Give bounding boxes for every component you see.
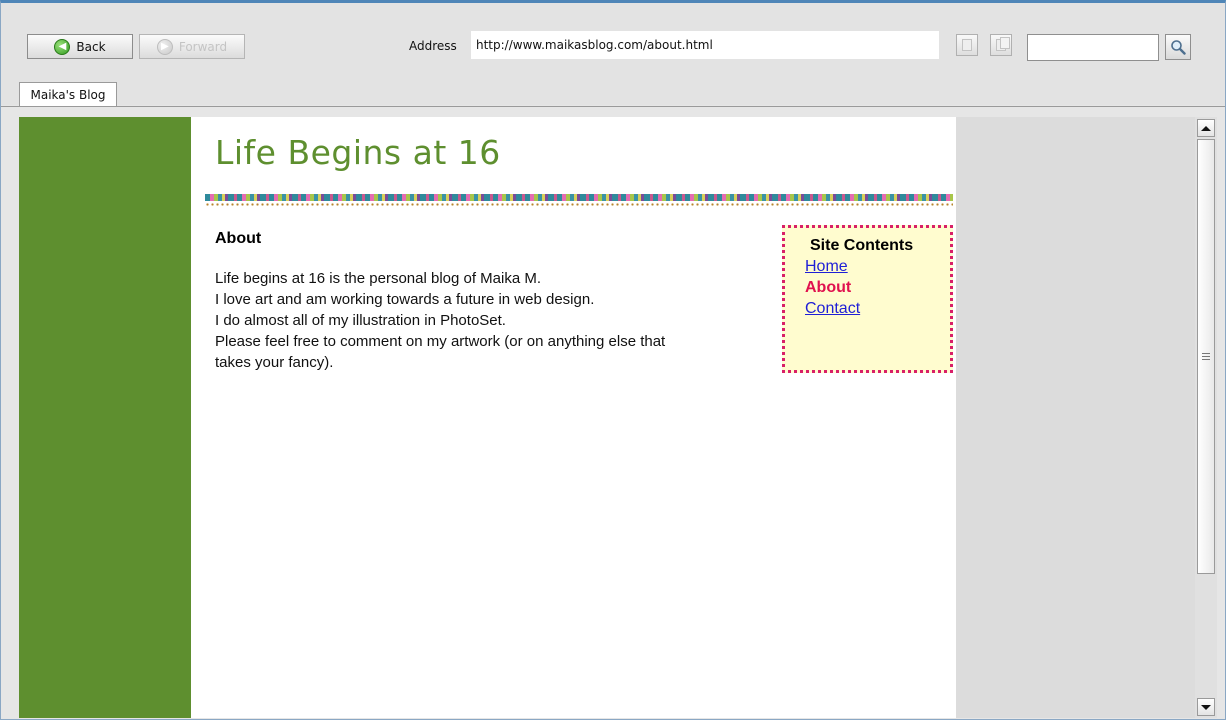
search-input[interactable] [1027,34,1159,61]
grip-icon [1202,353,1210,360]
page-content: Life Begins at 16 About Life begins at 1… [191,117,956,718]
nav-link-contact[interactable]: Contact [805,298,950,319]
nav-link-about[interactable]: About [805,277,950,298]
back-button[interactable]: ◀ Back [27,34,133,59]
paste-page-icon [996,37,1010,51]
decorative-dotted-line [205,203,953,206]
copy-page-icon [962,39,972,51]
scroll-thumb[interactable] [1197,139,1215,574]
browser-toolbar: ◀ Back ▶ Forward Address Maika's Blog [1,3,1225,107]
tab-label: Maika's Blog [30,88,106,102]
paragraph-line: Please feel free to comment on my artwor… [215,333,666,350]
address-label: Address [409,39,457,53]
paste-page-button[interactable] [990,34,1012,56]
left-green-border [19,117,191,718]
paragraph-line: I love art and am working towards a futu… [215,291,595,308]
magnifier-icon [1171,40,1186,55]
section-heading: About [215,230,262,247]
back-button-label: Back [76,39,106,54]
search-button[interactable] [1165,34,1191,60]
about-paragraph: Life begins at 16 is the personal blog o… [215,268,755,373]
scroll-down-button[interactable] [1197,698,1215,716]
address-input[interactable] [471,31,939,59]
vertical-scrollbar[interactable] [1195,117,1217,718]
paragraph-line: Life begins at 16 is the personal blog o… [215,270,542,287]
arrow-up-icon [1201,125,1211,131]
decorative-stripe [205,194,953,201]
browser-window: ◀ Back ▶ Forward Address Maika's Blog [0,0,1226,720]
site-title: Life Begins at 16 [215,133,501,172]
copy-page-button[interactable] [956,34,978,56]
paragraph-line: takes your fancy). [215,354,334,371]
forward-button[interactable]: ▶ Forward [139,34,245,59]
scroll-up-button[interactable] [1197,119,1215,137]
back-arrow-icon: ◀ [54,38,71,55]
forward-arrow-icon: ▶ [156,38,173,55]
forward-button-label: Forward [178,39,228,54]
nav-link-home[interactable]: Home [805,256,950,277]
paragraph-line: I do almost all of my illustration in Ph… [215,312,506,329]
arrow-down-icon [1201,704,1211,710]
tab-strip-divider [1,106,1225,107]
page-viewport: Life Begins at 16 About Life begins at 1… [19,117,1217,718]
tab-maikas-blog[interactable]: Maika's Blog [19,82,117,107]
site-contents-box: Site Contents Home About Contact [782,225,953,373]
site-contents-title: Site Contents [810,237,914,254]
